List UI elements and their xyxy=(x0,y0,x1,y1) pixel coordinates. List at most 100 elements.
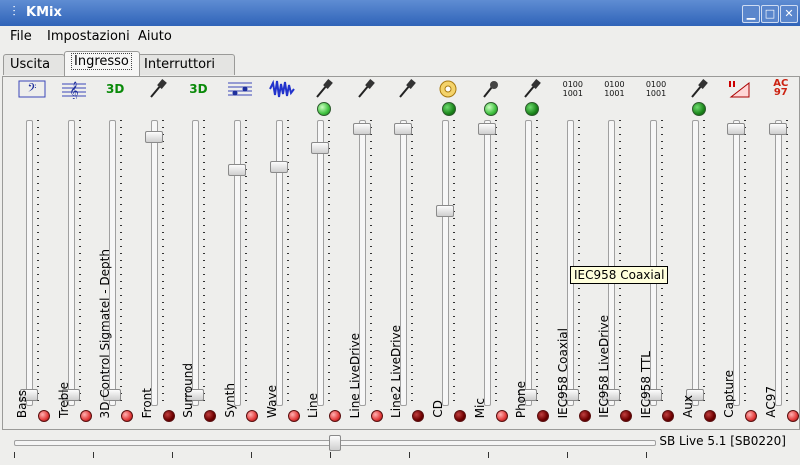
mute-led[interactable] xyxy=(287,410,300,422)
volume-slider-track[interactable] xyxy=(317,120,325,406)
channel-strip-wave: Wave xyxy=(262,76,302,428)
record-source-led[interactable] xyxy=(317,102,332,116)
mute-led[interactable] xyxy=(703,410,716,422)
master-bar: SB Live 5.1 [SB0220] xyxy=(0,430,800,465)
menu-impostazioni[interactable]: Impostazioni xyxy=(47,29,130,44)
3d-icon: 3D xyxy=(184,79,212,99)
volume-slider-track[interactable] xyxy=(483,120,491,406)
channel-strip-mic: Mic xyxy=(470,76,510,428)
channel-strip-line2-livedrive: Line2 LiveDrive xyxy=(386,76,426,428)
sound-card-name: SB Live 5.1 [SB0220] xyxy=(659,434,786,448)
record-source-led[interactable] xyxy=(691,102,706,116)
mute-led[interactable] xyxy=(162,410,175,422)
volume-slider-handle[interactable] xyxy=(311,141,330,154)
channel-tooltip: IEC958 Coaxial xyxy=(570,266,669,284)
mute-led[interactable] xyxy=(620,410,633,422)
volume-slider-handle[interactable] xyxy=(436,204,454,217)
maximize-button[interactable]: □ xyxy=(761,5,779,23)
volume-slider-handle[interactable] xyxy=(727,122,746,135)
volume-slider-track[interactable] xyxy=(26,120,33,406)
channel-label: Synth xyxy=(223,383,237,418)
channel-strip-iec958-ttl: 0100 1001 IEC958 TTL xyxy=(636,76,676,428)
record-source-led[interactable] xyxy=(442,102,456,116)
channel-strip-aux: Aux xyxy=(678,76,718,428)
volume-slider-track[interactable] xyxy=(67,120,75,406)
tab-interruttori[interactable]: Interruttori xyxy=(137,54,235,75)
channel-strip-synth: Synth xyxy=(220,76,260,428)
mute-led[interactable] xyxy=(495,410,508,422)
channel-strip-capture: Capture xyxy=(719,76,759,428)
mute-led[interactable] xyxy=(329,410,342,422)
volume-slider-track[interactable] xyxy=(774,120,782,406)
volume-slider-ticks xyxy=(120,120,123,404)
volume-slider-handle[interactable] xyxy=(228,163,246,176)
mute-led[interactable] xyxy=(578,410,591,422)
mute-led[interactable] xyxy=(786,410,799,422)
channel-strip-cd: CD xyxy=(428,76,468,428)
kmix-app-icon[interactable]: ⫶ xyxy=(6,4,22,20)
volume-slider-handle[interactable] xyxy=(352,122,371,135)
channel-strip-iec958-livedrive: 0100 1001 IEC958 LiveDrive xyxy=(594,76,634,428)
channel-label: Aux xyxy=(680,395,695,418)
volume-slider-handle[interactable] xyxy=(269,161,288,174)
mute-led[interactable] xyxy=(537,410,550,422)
mute-led[interactable] xyxy=(745,410,758,422)
digital-icon: 0100 1001 xyxy=(642,79,670,99)
menu-file[interactable]: File xyxy=(10,29,32,44)
line-jack-icon xyxy=(517,79,545,99)
mute-led[interactable] xyxy=(121,410,134,422)
mute-led[interactable] xyxy=(38,410,50,422)
bass-clef-icon: 𝄢 xyxy=(18,79,46,99)
channel-strip-line: Line xyxy=(303,76,343,428)
mute-led[interactable] xyxy=(204,410,217,422)
3d-icon-text: 3D xyxy=(106,82,125,96)
mute-led[interactable] xyxy=(246,410,258,422)
mute-led[interactable] xyxy=(412,410,425,422)
channel-label: IEC958 LiveDrive xyxy=(597,315,612,418)
volume-slider-handle[interactable] xyxy=(768,122,787,135)
volume-slider-track[interactable] xyxy=(691,120,699,406)
channel-label: Mic xyxy=(472,397,487,418)
volume-slider-handle[interactable] xyxy=(144,130,163,143)
mute-led[interactable] xyxy=(370,410,383,422)
digital-icon: 0100 1001 xyxy=(600,79,628,99)
volume-slider-ticks xyxy=(411,120,414,404)
ac97-icon-text: AC 97 xyxy=(773,78,789,98)
volume-slider-track[interactable] xyxy=(525,120,533,406)
tab-ingresso[interactable]: Ingresso xyxy=(64,51,140,76)
volume-slider-track[interactable] xyxy=(150,120,158,406)
channel-strip-iec958-coaxial: 0100 1001 IEC958 Coaxial xyxy=(553,76,593,428)
channel-label: Front xyxy=(139,387,154,418)
digital-icon-text: 0100 1001 xyxy=(562,80,583,98)
master-slider-handle[interactable] xyxy=(329,435,341,451)
channel-strip-3d-control-sigmatel-depth: 3D 3D Control Sigmatel - Depth xyxy=(95,76,135,428)
tab-uscita[interactable]: Uscita xyxy=(3,54,65,75)
volume-slider-track[interactable] xyxy=(234,120,241,406)
channel-label: IEC958 TTL xyxy=(639,350,653,418)
tab-ingresso-label: Ingresso xyxy=(71,53,132,70)
channel-label: Capture xyxy=(722,370,737,418)
volume-slider-handle[interactable] xyxy=(394,122,413,135)
record-source-led[interactable] xyxy=(483,102,498,116)
menu-aiuto[interactable]: Aiuto xyxy=(138,29,172,44)
digital-icon-text: 0100 1001 xyxy=(604,80,625,98)
channel-label: Treble xyxy=(56,382,71,418)
channel-strip-line-livedrive: Line LiveDrive xyxy=(345,76,385,428)
volume-slider-handle[interactable] xyxy=(477,122,496,135)
microphone-jack-icon xyxy=(143,79,171,99)
mute-led[interactable] xyxy=(454,410,466,422)
record-source-led[interactable] xyxy=(525,102,540,116)
channel-label: AC97 xyxy=(763,386,778,418)
microphone-icon xyxy=(476,79,504,99)
minimize-button[interactable]: ▁ xyxy=(742,5,760,23)
mute-led[interactable] xyxy=(662,410,674,422)
volume-slider-ticks xyxy=(453,120,455,404)
volume-slider-ticks xyxy=(494,120,497,404)
volume-slider-ticks xyxy=(536,120,539,404)
channel-strip-ac97: AC 97 AC97 xyxy=(761,76,800,428)
ac97-icon: AC 97 xyxy=(767,79,795,99)
volume-slider-track[interactable] xyxy=(733,120,741,406)
mute-led[interactable] xyxy=(79,410,92,422)
volume-slider-track[interactable] xyxy=(442,120,449,406)
close-button[interactable]: ✕ xyxy=(780,5,798,23)
